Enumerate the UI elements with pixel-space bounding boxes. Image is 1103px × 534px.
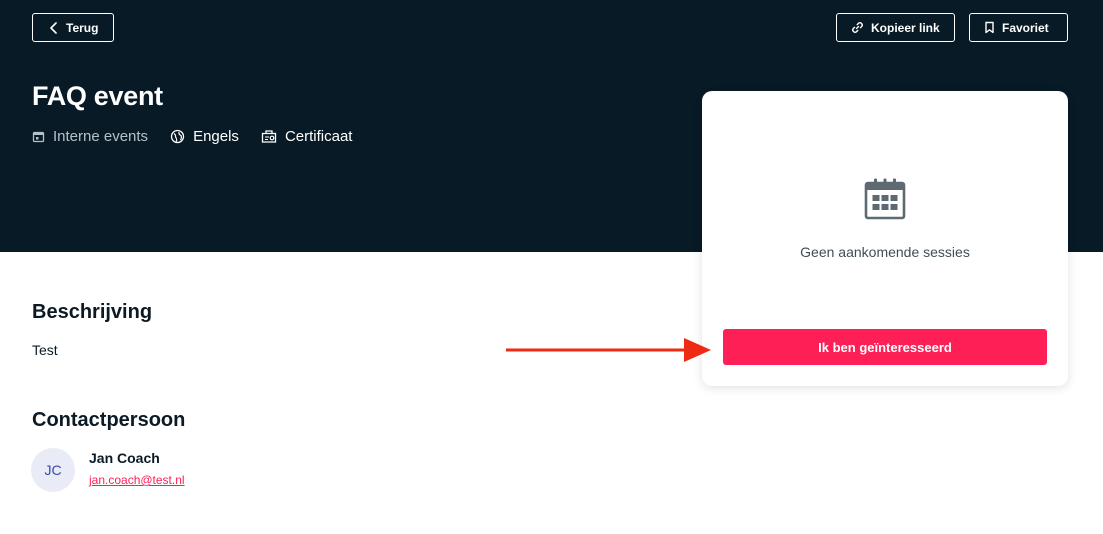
interested-button[interactable]: Ik ben geïnteresseerd	[723, 329, 1047, 365]
certificate-icon	[261, 129, 277, 144]
contact-email-link[interactable]: jan.coach@test.nl	[89, 473, 185, 487]
meta-certificate: Certificaat	[261, 128, 353, 145]
favorite-label: Favoriet	[1002, 20, 1049, 35]
globe-icon	[170, 129, 185, 144]
contact-name: Jan Coach	[89, 450, 160, 466]
copy-link-label: Kopieer link	[871, 20, 940, 35]
back-button[interactable]: Terug	[32, 13, 114, 42]
avatar: JC	[31, 448, 75, 492]
description-heading: Beschrijving	[32, 301, 153, 323]
chevron-left-icon	[49, 21, 59, 34]
link-icon	[851, 21, 864, 34]
favorite-button[interactable]: Favoriet	[969, 13, 1068, 42]
calendar-small-icon	[32, 130, 45, 143]
event-meta: Interne events Engels Certificaat	[32, 128, 374, 145]
meta-certificate-label: Certificaat	[284, 128, 353, 145]
meta-event-type: Interne events	[32, 128, 148, 145]
copy-link-button[interactable]: Kopieer link	[836, 13, 955, 42]
contact-heading: Contactpersoon	[32, 409, 186, 431]
page-title: FAQ event	[32, 81, 163, 111]
meta-language-label: Engels	[193, 128, 239, 145]
back-label: Terug	[66, 20, 99, 35]
description-text: Test	[32, 342, 58, 358]
meta-language: Engels	[170, 128, 239, 145]
bookmark-icon	[984, 21, 995, 34]
no-sessions-text: Geen aankomende sessies	[800, 244, 970, 260]
meta-event-type-label: Interne events	[53, 128, 149, 145]
arrow-right-icon	[506, 337, 712, 368]
sessions-card: Geen aankomende sessies Ik ben geïnteres…	[702, 91, 1068, 386]
calendar-icon	[863, 177, 907, 226]
